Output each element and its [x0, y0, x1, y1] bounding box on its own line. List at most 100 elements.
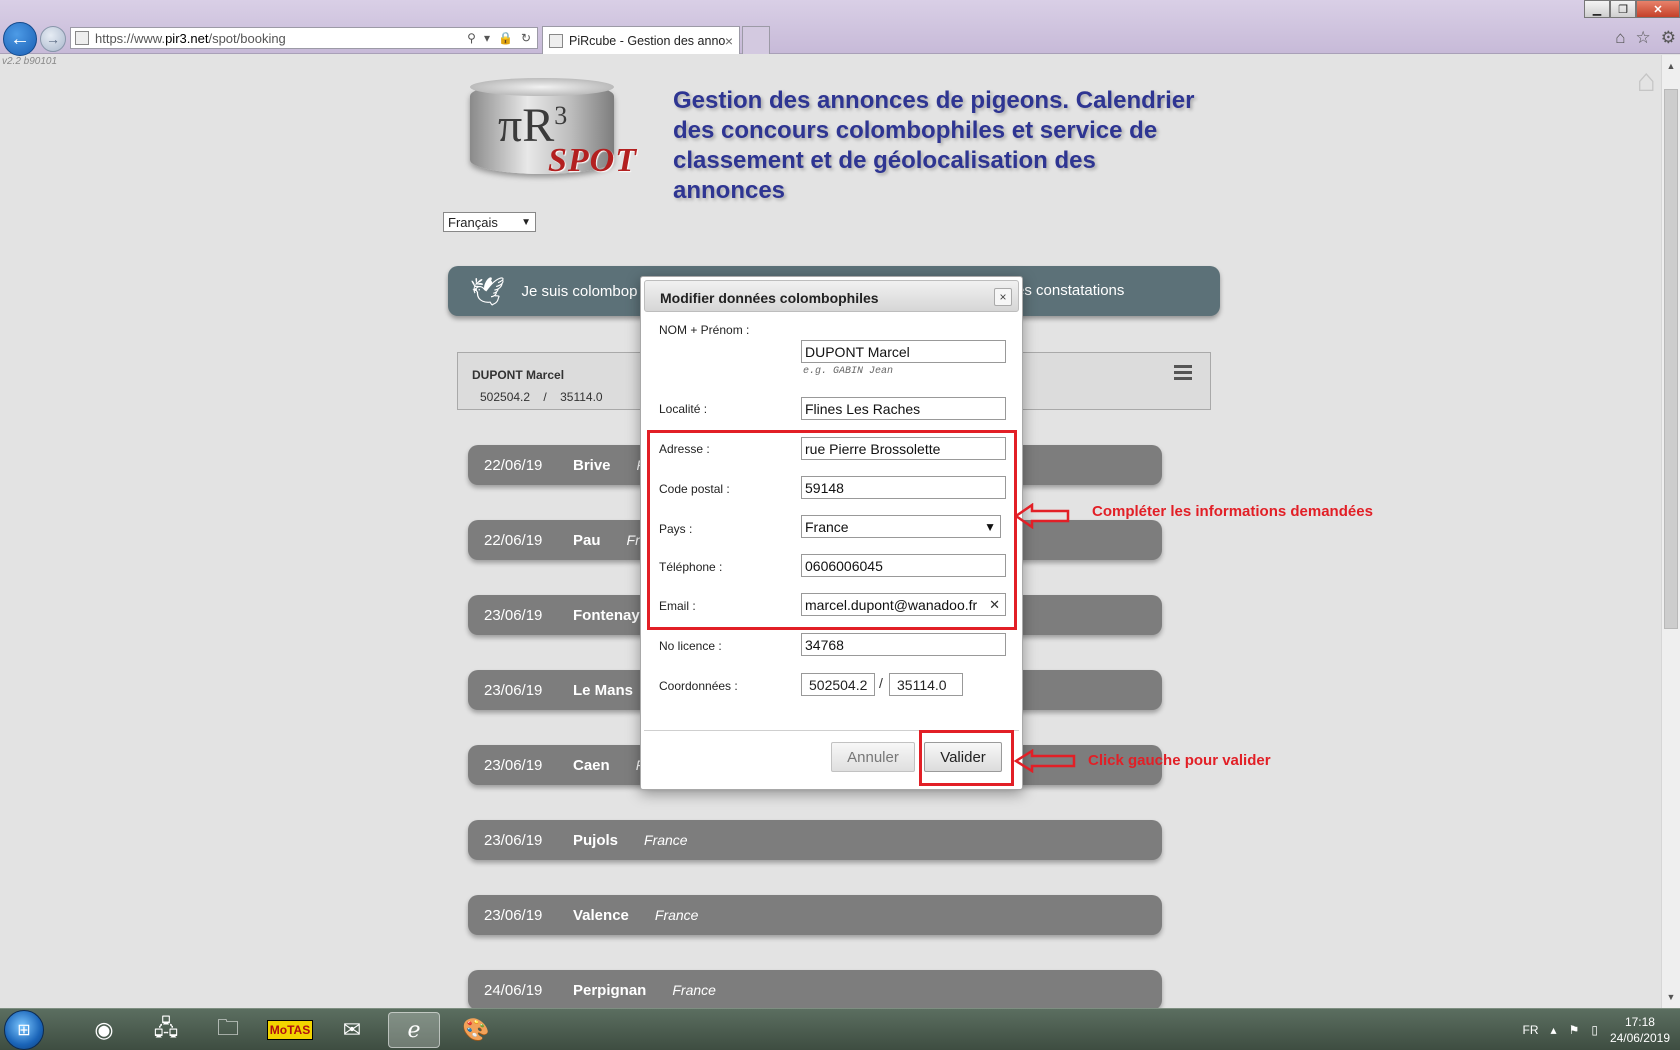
race-date: 23/06/19 — [484, 906, 543, 924]
settings-gear-icon[interactable]: ⚙ — [1661, 28, 1676, 48]
annotation-fields-highlight — [647, 430, 1017, 630]
start-button[interactable]: ⊞ — [4, 1010, 44, 1050]
refresh-icon[interactable]: ↻ — [521, 31, 531, 45]
race-date: 23/06/19 — [484, 606, 543, 624]
system-tray: FR ▴ ⚑ ▯ 17:18 24/06/2019 — [1523, 1009, 1670, 1050]
license-input[interactable]: 34768 — [801, 633, 1006, 656]
windows-logo-icon: ⊞ — [17, 1022, 31, 1039]
version-label: v2.2 b90101 — [2, 56, 58, 67]
tab-close-icon[interactable]: × — [725, 33, 733, 49]
scroll-down-arrow-icon[interactable]: ▼ — [1662, 988, 1680, 1006]
minimize-button[interactable]: ▁ — [1584, 0, 1610, 18]
race-date: 24/06/19 — [484, 981, 543, 999]
race-country: France — [672, 982, 716, 998]
chevron-down-icon: ▼ — [521, 216, 531, 228]
taskbar-paint[interactable]: 🎨 — [450, 1012, 502, 1048]
back-button[interactable]: ← — [3, 22, 37, 56]
forward-button[interactable]: → — [40, 26, 66, 52]
site-logo: πR3 SPOT — [470, 78, 646, 182]
address-bar[interactable]: https://www.pir3.net/spot/booking ⚲ ▾ 🔒 … — [70, 27, 538, 49]
taskbar-ie[interactable]: ℯ — [388, 1012, 440, 1048]
annotation-fill-info: Compléter les informations demandées — [1092, 503, 1373, 520]
page-scrollbar[interactable]: ▲ ▼ — [1661, 55, 1680, 1008]
race-row[interactable]: 23/06/19 Valence France — [468, 895, 1162, 935]
race-city: Brive — [573, 456, 611, 474]
taskbar-chrome[interactable]: ◉ — [78, 1012, 130, 1048]
taskbar-motas[interactable]: MoTAS — [264, 1012, 316, 1048]
name-label: NOM + Prénom : — [659, 323, 750, 337]
internet-explorer-icon: ℯ — [407, 1017, 421, 1042]
tray-expand-icon[interactable]: ▴ — [1551, 1023, 1557, 1037]
annotation-validate-highlight — [919, 730, 1014, 786]
arrow-right-icon: → — [46, 31, 60, 47]
name-hint: e.g. GABIN Jean — [803, 366, 894, 377]
tab-favicon-icon — [549, 33, 563, 48]
annotation-arrow-icon — [1014, 749, 1076, 773]
race-country: France — [644, 832, 688, 848]
race-date: 23/06/19 — [484, 756, 543, 774]
paint-palette-icon: 🎨 — [462, 1017, 490, 1042]
window-controls: ▁ ❐ ✕ — [1584, 0, 1680, 18]
chrome-icon: ◉ — [94, 1017, 114, 1042]
race-city: Perpignan — [573, 981, 647, 999]
search-icon[interactable]: ⚲ — [467, 31, 476, 45]
race-city: Le Mans — [573, 681, 634, 699]
logo-spot-text: SPOT — [548, 142, 637, 179]
cancel-button[interactable]: Annuler — [831, 742, 915, 772]
race-row[interactable]: 23/06/19 Pujols France — [468, 820, 1162, 860]
dropdown-icon[interactable]: ▾ — [484, 31, 490, 45]
dialog-title: Modifier données colombophiles — [660, 290, 879, 306]
race-country: Fr — [626, 532, 640, 548]
maximize-button[interactable]: ❐ — [1610, 0, 1636, 18]
license-label: No licence : — [659, 639, 722, 653]
race-city: Valence — [573, 906, 629, 924]
race-date: 22/06/19 — [484, 531, 543, 549]
coords-label: Coordonnées : — [659, 679, 738, 693]
clock[interactable]: 17:18 24/06/2019 — [1610, 1014, 1670, 1046]
page-title: Gestion des annonces de pigeons. Calendr… — [673, 87, 1195, 204]
language-select[interactable]: Français ▼ — [443, 212, 536, 232]
race-date: 23/06/19 — [484, 831, 543, 849]
coord-separator: / — [879, 675, 883, 691]
windows-taskbar: ⊞ ◉ 🖧 🗀 MoTAS ✉ ℯ 🎨 FR ▴ ⚑ ▯ 17:18 24/06… — [0, 1008, 1680, 1050]
taskbar-explorer[interactable]: 🗀 — [202, 1012, 254, 1048]
window-close-button[interactable]: ✕ — [1636, 0, 1680, 18]
member-coords: 502504.2 / 35114.0 — [480, 390, 603, 404]
taskbar-network-app[interactable]: 🖧 — [140, 1012, 192, 1048]
battery-icon[interactable]: ▯ — [1591, 1023, 1598, 1037]
annotation-arrow-icon — [1014, 503, 1070, 529]
race-date: 23/06/19 — [484, 681, 543, 699]
site-favicon-icon — [75, 31, 89, 45]
coord-y-input[interactable]: 35114.0 — [889, 673, 963, 696]
taskbar-outlook[interactable]: ✉ — [326, 1012, 378, 1048]
new-tab-button[interactable] — [742, 26, 770, 54]
race-city: Fontenay- — [573, 606, 645, 624]
favorites-star-icon[interactable]: ☆ — [1636, 28, 1651, 48]
motas-icon: MoTAS — [266, 1020, 314, 1040]
coord-x-input[interactable]: 502504.2 — [801, 673, 875, 696]
scroll-up-arrow-icon[interactable]: ▲ — [1662, 57, 1680, 75]
language-indicator[interactable]: FR — [1523, 1023, 1539, 1037]
url-text: https://www.pir3.net/spot/booking — [95, 30, 286, 46]
city-input[interactable]: Flines Les Raches — [801, 397, 1006, 420]
race-row[interactable]: 24/06/19 Perpignan France — [468, 970, 1162, 1010]
browser-tab[interactable]: PiRcube - Gestion des anno... × — [542, 26, 740, 54]
dialog-close-button[interactable]: × — [994, 288, 1012, 306]
page-home-icon[interactable]: ⌂ — [1637, 62, 1656, 99]
race-city: Pujols — [573, 831, 619, 849]
tab-title: PiRcube - Gestion des anno... — [569, 33, 725, 48]
browser-toolbar: ← → https://www.pir3.net/spot/booking ⚲ … — [0, 0, 1680, 56]
annotation-click-validate: Click gauche pour valider — [1088, 752, 1271, 769]
race-city: Pau — [573, 531, 601, 549]
name-input[interactable]: DUPONT Marcel — [801, 340, 1006, 363]
lock-icon[interactable]: 🔒 — [498, 31, 513, 45]
scrollbar-thumb[interactable] — [1664, 89, 1678, 629]
city-label: Localité : — [659, 402, 708, 416]
flag-icon[interactable]: ⚑ — [1569, 1023, 1580, 1037]
member-name: DUPONT Marcel — [472, 368, 565, 382]
home-icon[interactable]: ⌂ — [1615, 28, 1625, 48]
arrow-left-icon: ← — [10, 27, 30, 50]
hamburger-menu-icon[interactable] — [1174, 365, 1192, 383]
outlook-icon: ✉ — [342, 1017, 362, 1042]
dove-icon: 🕊 — [470, 275, 506, 307]
